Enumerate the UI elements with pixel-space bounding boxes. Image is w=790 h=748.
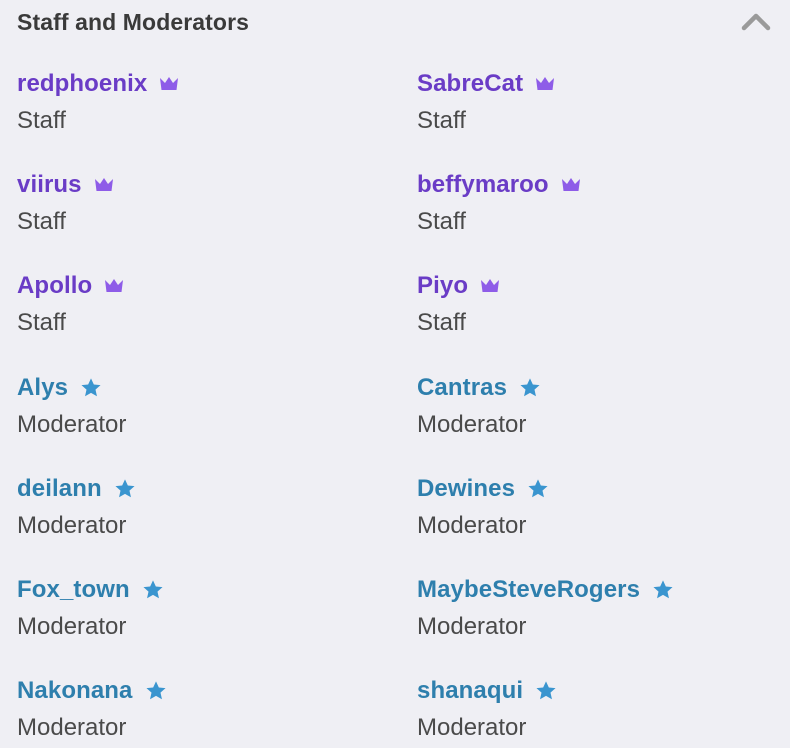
star-icon: [114, 478, 136, 500]
member-card: Piyo Staff: [417, 268, 777, 369]
crown-icon: [94, 177, 114, 193]
member-name-row: Piyo: [417, 268, 777, 304]
member-username-link[interactable]: redphoenix: [17, 70, 147, 98]
member-username-link[interactable]: viirus: [17, 171, 82, 199]
member-name-row: Apollo: [17, 268, 417, 304]
member-card: redphoenix Staff: [17, 66, 417, 167]
member-username-link[interactable]: shanaqui: [417, 677, 523, 705]
member-username-link[interactable]: Dewines: [417, 475, 515, 503]
member-name-row: Dewines: [417, 471, 777, 507]
member-name-row: MaybeSteveRogers: [417, 572, 777, 608]
member-username-link[interactable]: Nakonana: [17, 677, 133, 705]
member-role: Moderator: [17, 612, 127, 640]
member-card: viirus Staff: [17, 167, 417, 268]
member-role: Staff: [17, 309, 66, 337]
member-name-row: viirus: [17, 167, 417, 203]
member-card: MaybeSteveRogers Moderator: [417, 572, 777, 673]
member-name-row: shanaqui: [417, 673, 777, 709]
member-role: Staff: [417, 107, 466, 134]
member-card: Dewines Moderator: [417, 471, 777, 572]
member-username-link[interactable]: Fox_town: [17, 576, 130, 604]
star-icon: [652, 579, 674, 601]
member-role: Staff: [417, 309, 466, 337]
member-name-row: Fox_town: [17, 572, 417, 608]
staff-moderators-panel: Staff and Moderators redphoenix Staff Sabr…: [0, 0, 790, 748]
member-name-row: SabreCat: [417, 66, 777, 102]
member-name-row: deilann: [17, 471, 417, 507]
star-icon: [527, 478, 549, 500]
member-card: SabreCat Staff: [417, 66, 777, 167]
member-role: Moderator: [17, 511, 127, 539]
member-username-link[interactable]: Alys: [17, 374, 68, 402]
star-icon: [535, 680, 557, 702]
member-name-row: beffymaroo: [417, 167, 777, 203]
member-name-row: Alys: [17, 370, 417, 406]
crown-icon: [561, 177, 581, 193]
member-name-row: Nakonana: [17, 673, 417, 709]
member-list: redphoenix Staff SabreCat Staff viirus Staff b…: [17, 66, 777, 748]
member-username-link[interactable]: Piyo: [417, 272, 468, 300]
member-name-row: redphoenix: [17, 66, 417, 102]
member-card: Cantras Moderator: [417, 370, 777, 471]
member-role: Staff: [417, 208, 466, 236]
member-role: Staff: [17, 208, 66, 236]
member-card: Fox_town Moderator: [17, 572, 417, 673]
member-card: beffymaroo Staff: [417, 167, 777, 268]
member-role: Moderator: [417, 714, 527, 742]
member-role: Moderator: [17, 714, 127, 742]
star-icon: [80, 377, 102, 399]
member-role: Moderator: [417, 511, 527, 539]
member-username-link[interactable]: SabreCat: [417, 70, 523, 98]
member-card: shanaqui Moderator: [417, 673, 777, 748]
member-name-row: Cantras: [417, 370, 777, 406]
member-username-link[interactable]: deilann: [17, 475, 102, 503]
member-role: Moderator: [17, 410, 127, 438]
star-icon: [145, 680, 167, 702]
crown-icon: [535, 76, 555, 92]
member-card: Alys Moderator: [17, 370, 417, 471]
collapse-button[interactable]: [739, 8, 773, 36]
member-username-link[interactable]: Apollo: [17, 272, 92, 300]
member-role: Moderator: [417, 612, 527, 640]
member-card: Apollo Staff: [17, 268, 417, 369]
member-card: Nakonana Moderator: [17, 673, 417, 748]
panel-title: Staff and Moderators: [17, 9, 250, 35]
member-role: Moderator: [417, 410, 527, 438]
crown-icon: [104, 278, 124, 294]
star-icon: [142, 579, 164, 601]
member-role: Staff: [17, 107, 66, 134]
member-username-link[interactable]: MaybeSteveRogers: [417, 576, 640, 604]
member-card: deilann Moderator: [17, 471, 417, 572]
panel-header: Staff and Moderators: [17, 6, 773, 38]
crown-icon: [159, 76, 179, 92]
crown-icon: [480, 278, 500, 294]
member-username-link[interactable]: Cantras: [417, 374, 507, 402]
chevron-up-icon: [741, 13, 771, 31]
star-icon: [519, 377, 541, 399]
member-username-link[interactable]: beffymaroo: [417, 171, 549, 199]
